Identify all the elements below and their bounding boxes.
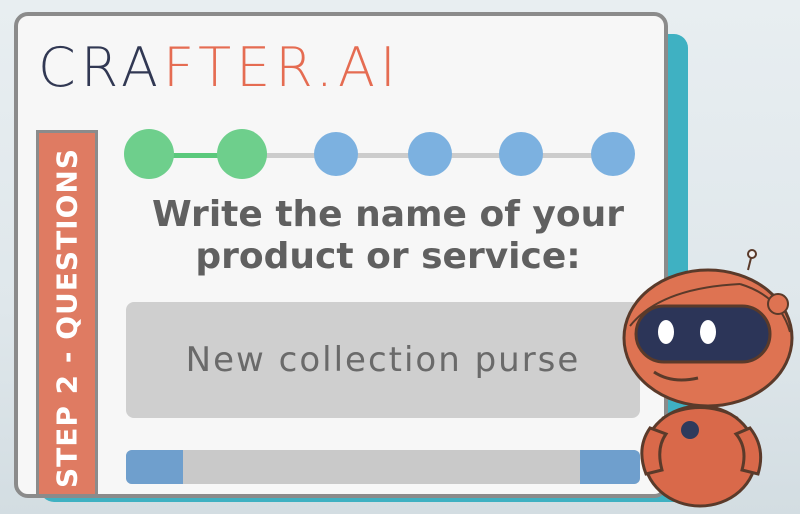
robot-mascot-icon: [622, 249, 794, 508]
answer-input[interactable]: New collection purse: [126, 302, 640, 418]
progress-step-3: [314, 132, 358, 176]
progress-step-6: [591, 132, 635, 176]
progress-step-1: [124, 129, 174, 179]
logo-text-accent: FTER.AI: [162, 36, 401, 99]
question-line-1: Write the name of your: [151, 194, 624, 235]
answer-slider[interactable]: [126, 450, 640, 484]
progress-step-4: [408, 132, 452, 176]
progress-step-2: [217, 129, 267, 179]
step-label: STEP 2 - QUESTIONS: [50, 147, 84, 488]
question-line-2: product or service:: [195, 236, 581, 277]
slider-left-handle[interactable]: [126, 450, 183, 484]
crafter-ai-logo: CRAFTER.AI: [38, 38, 401, 98]
step-ribbon: STEP 2 - QUESTIONS: [36, 130, 98, 494]
logo-text-main: CRA: [38, 36, 163, 99]
question-prompt: Write the name of your product or servic…: [128, 194, 648, 278]
answer-value: New collection purse: [185, 340, 581, 380]
progress-step-5: [499, 132, 543, 176]
question-card: CRAFTER.AI STEP 2 - QUESTIONS Write the …: [14, 12, 668, 498]
